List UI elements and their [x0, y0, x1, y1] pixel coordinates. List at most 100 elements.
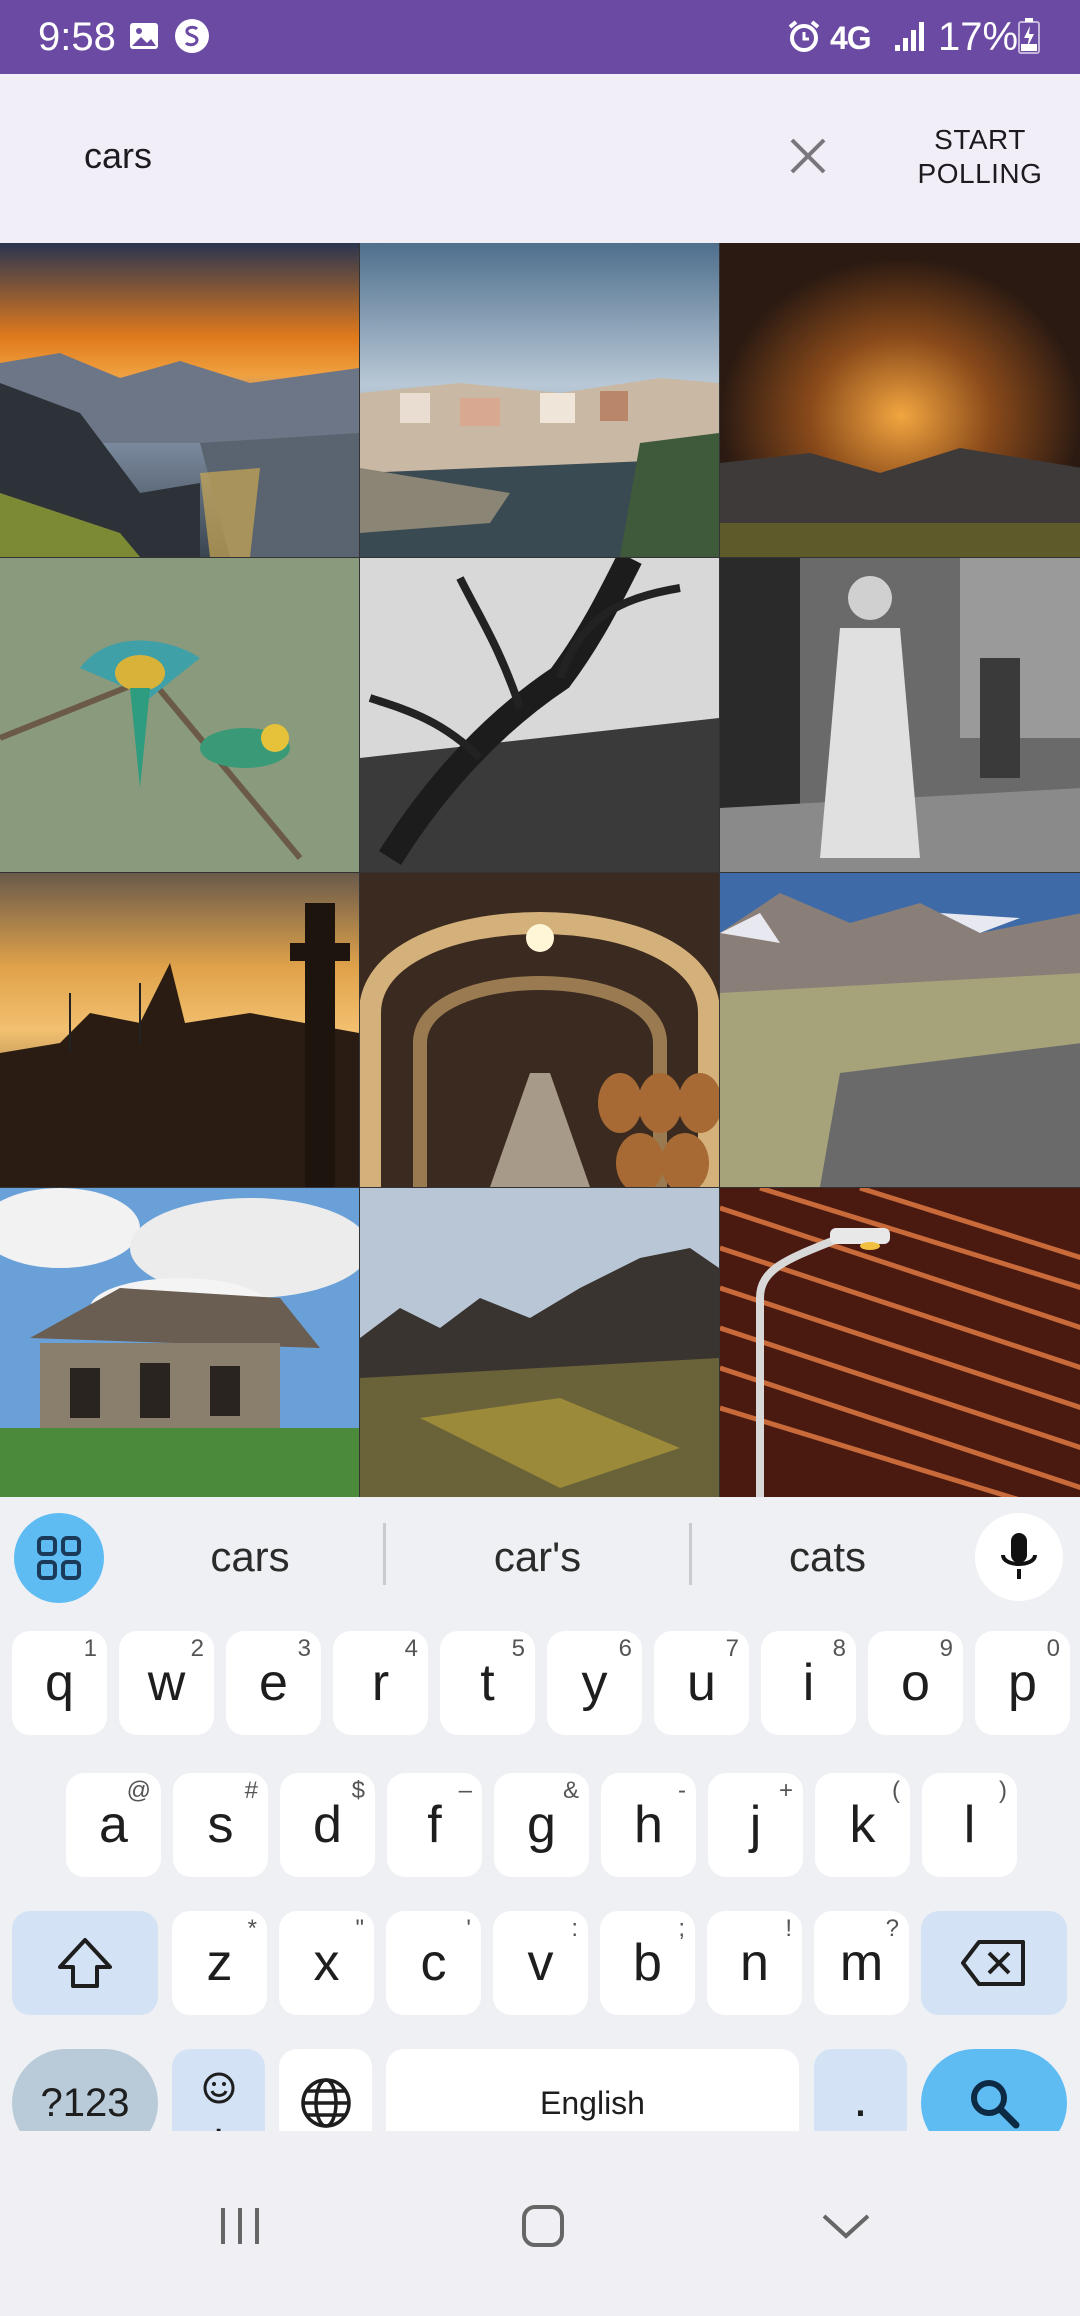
backspace-key[interactable]: [921, 1911, 1067, 2015]
key-j[interactable]: j +: [708, 1773, 803, 1877]
key-d[interactable]: d $: [280, 1773, 375, 1877]
image-tile[interactable]: [0, 873, 359, 1187]
key-x[interactable]: x ": [279, 1911, 374, 2015]
status-time: 9:58: [38, 15, 116, 59]
key-label: l: [963, 1796, 976, 1854]
key-v[interactable]: v:: [493, 1911, 588, 2015]
key-hint: 1: [83, 1635, 97, 1662]
image-tile[interactable]: [360, 243, 719, 557]
start-polling-button[interactable]: START POLLING: [905, 112, 1055, 202]
key-label: u: [687, 1654, 716, 1712]
image-tile[interactable]: [360, 873, 719, 1187]
key-i[interactable]: i8: [761, 1631, 856, 1735]
key-b[interactable]: b;: [600, 1911, 695, 2015]
app-root: 9:58 4G 17% START POLLING: [0, 0, 1080, 2316]
image-tile[interactable]: [720, 558, 1080, 872]
key-label: f: [427, 1796, 442, 1854]
key-hint: 5: [511, 1635, 525, 1662]
key-a[interactable]: a @: [66, 1773, 161, 1877]
key-m[interactable]: m?: [814, 1911, 909, 2015]
key-label: e: [259, 1654, 288, 1712]
recents-icon[interactable]: [180, 2181, 300, 2271]
key-z[interactable]: z *: [172, 1911, 267, 2015]
key-label: d: [313, 1796, 342, 1854]
key-f[interactable]: f –: [387, 1773, 482, 1877]
image-tile[interactable]: [0, 558, 359, 872]
gallery-icon: [126, 16, 162, 56]
start-polling-label: START POLLING: [917, 124, 1043, 189]
image-grid: [0, 243, 1080, 1497]
shift-key[interactable]: [12, 1911, 158, 2015]
key-l[interactable]: l): [922, 1773, 1017, 1877]
key-label: i: [802, 1654, 815, 1712]
keyboard-menu-grid-icon[interactable]: [14, 1513, 104, 1603]
key-r[interactable]: r4: [333, 1631, 428, 1735]
key-g[interactable]: g &: [494, 1773, 589, 1877]
backspace-icon: [921, 1911, 1067, 2015]
key-label: q: [45, 1654, 74, 1712]
key-hint: 6: [618, 1635, 632, 1662]
key-label: s: [207, 1796, 234, 1854]
shift-icon: [12, 1911, 158, 2015]
key-label: j: [749, 1796, 762, 1854]
image-tile[interactable]: [0, 1188, 359, 1497]
key-hint: :: [571, 1915, 578, 1942]
image-tile[interactable]: [720, 243, 1080, 557]
key-label: n: [740, 1934, 769, 1992]
key-label: a: [99, 1796, 128, 1854]
key-hint: *: [247, 1915, 257, 1942]
key-s[interactable]: s #: [173, 1773, 268, 1877]
key-hint: ": [355, 1915, 364, 1942]
key-label: g: [527, 1796, 556, 1854]
key-label: k: [849, 1796, 876, 1854]
key-hint: -: [678, 1777, 686, 1804]
status-bar: 9:58 4G 17%: [0, 0, 1080, 74]
key-label: r: [371, 1654, 390, 1712]
key-p[interactable]: p0: [975, 1631, 1070, 1735]
home-icon[interactable]: [483, 2181, 603, 2271]
key-k[interactable]: k(: [815, 1773, 910, 1877]
key-hint: (: [892, 1777, 900, 1804]
keyboard: cars car's cats q1w2e3r4t5y6u7i8o9p0 a @ s…: [0, 1497, 1080, 2157]
sync-app-icon: [172, 16, 212, 56]
key-q[interactable]: q1: [12, 1631, 107, 1735]
key-hint: $: [351, 1777, 365, 1804]
key-w[interactable]: w2: [119, 1631, 214, 1735]
close-icon[interactable]: [778, 126, 838, 186]
key-hint: &: [562, 1777, 579, 1804]
key-hint: !: [785, 1915, 792, 1942]
key-hint: 3: [297, 1635, 311, 1662]
suggestion-2[interactable]: car's: [400, 1515, 675, 1599]
key-n[interactable]: n!: [707, 1911, 802, 2015]
suggestion-strip: cars car's cats: [0, 1497, 1080, 1617]
key-o[interactable]: o9: [868, 1631, 963, 1735]
image-tile[interactable]: [720, 873, 1080, 1187]
key-y[interactable]: y6: [547, 1631, 642, 1735]
key-t[interactable]: t5: [440, 1631, 535, 1735]
microphone-icon[interactable]: [975, 1513, 1063, 1601]
key-h[interactable]: h-: [601, 1773, 696, 1877]
suggestion-3[interactable]: cats: [700, 1515, 955, 1599]
key-hint: 4: [404, 1635, 418, 1662]
image-tile[interactable]: [360, 558, 719, 872]
navigation-bar: [0, 2131, 1080, 2316]
key-label: h: [634, 1796, 663, 1854]
key-hint: ): [999, 1777, 1007, 1804]
image-tile[interactable]: [0, 243, 359, 557]
key-label: c: [420, 1934, 447, 1992]
key-hint: –: [458, 1777, 472, 1804]
key-label: t: [480, 1654, 495, 1712]
suggestion-1[interactable]: cars: [130, 1515, 370, 1599]
key-label: y: [581, 1654, 608, 1712]
key-e[interactable]: e3: [226, 1631, 321, 1735]
search-input[interactable]: [84, 124, 684, 188]
key-hint: 9: [939, 1635, 953, 1662]
back-chevron-icon[interactable]: [786, 2181, 906, 2271]
key-u[interactable]: u7: [654, 1631, 749, 1735]
key-c[interactable]: c ': [386, 1911, 481, 2015]
key-hint: 7: [725, 1635, 739, 1662]
image-tile[interactable]: [360, 1188, 719, 1497]
image-tile[interactable]: [720, 1188, 1080, 1497]
battery-charging-icon: [1016, 16, 1042, 56]
network-4g-icon: 4G: [830, 20, 872, 56]
